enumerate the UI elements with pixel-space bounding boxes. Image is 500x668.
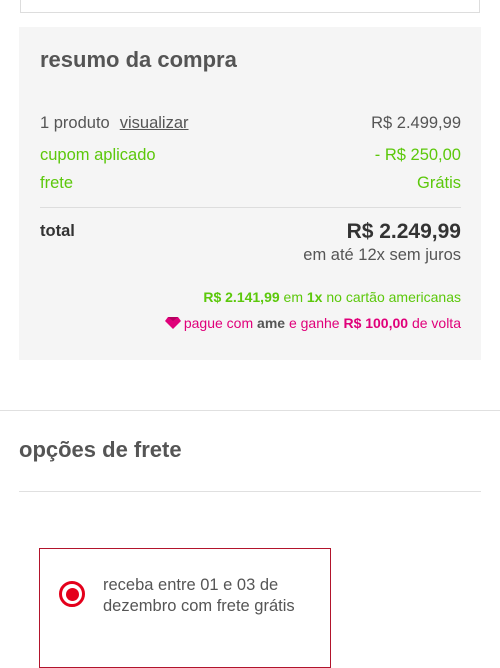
ame-offer-mid: e ganhe (288, 315, 340, 331)
ame-offer: pague com ame e ganhe R$ 100,00 de volta (164, 315, 461, 331)
card-offer: R$ 2.141,99 em 1x no cartão americanas (203, 289, 461, 305)
ame-offer-prefix: pague com (183, 315, 254, 331)
gem-icon (164, 317, 181, 329)
shipping-title-divider (19, 491, 481, 492)
shipping-label: frete (40, 174, 74, 192)
shipping-option[interactable]: receba entre 01 e 03 de dezembro com fre… (39, 548, 331, 668)
shipping-options-title: opções de frete (19, 437, 182, 462)
installments-text: em até 12x sem juros (303, 246, 461, 264)
ame-offer-suffix: de volta (411, 315, 461, 331)
total-value: R$ 2.249,99 (346, 220, 461, 243)
product-price: R$ 2.499,99 (371, 114, 461, 132)
card-offer-times: 1x (306, 289, 323, 305)
product-count: 1 produto (40, 114, 110, 132)
shipping-value: Grátis (416, 174, 461, 192)
total-label: total (40, 222, 75, 240)
card-offer-em: em (283, 289, 303, 305)
view-products-link[interactable]: visualizar (120, 114, 189, 132)
radio-selected-icon[interactable] (59, 581, 85, 607)
summary-divider (40, 207, 461, 208)
coupon-label: cupom aplicado (40, 146, 156, 164)
summary-title: resumo da compra (40, 47, 237, 72)
section-divider (0, 410, 500, 411)
card-offer-text: no cartão americanas (326, 289, 461, 305)
order-summary: resumo da compra 1 produto visualizar R$ … (19, 27, 481, 360)
ame-brand: ame (257, 315, 286, 331)
card-offer-price: R$ 2.141,99 (203, 289, 280, 305)
shipping-option-label: receba entre 01 e 03 de dezembro com fre… (103, 576, 295, 615)
previous-card (20, 0, 480, 13)
coupon-value: - R$ 250,00 (374, 146, 461, 164)
ame-offer-amount: R$ 100,00 (343, 315, 409, 331)
